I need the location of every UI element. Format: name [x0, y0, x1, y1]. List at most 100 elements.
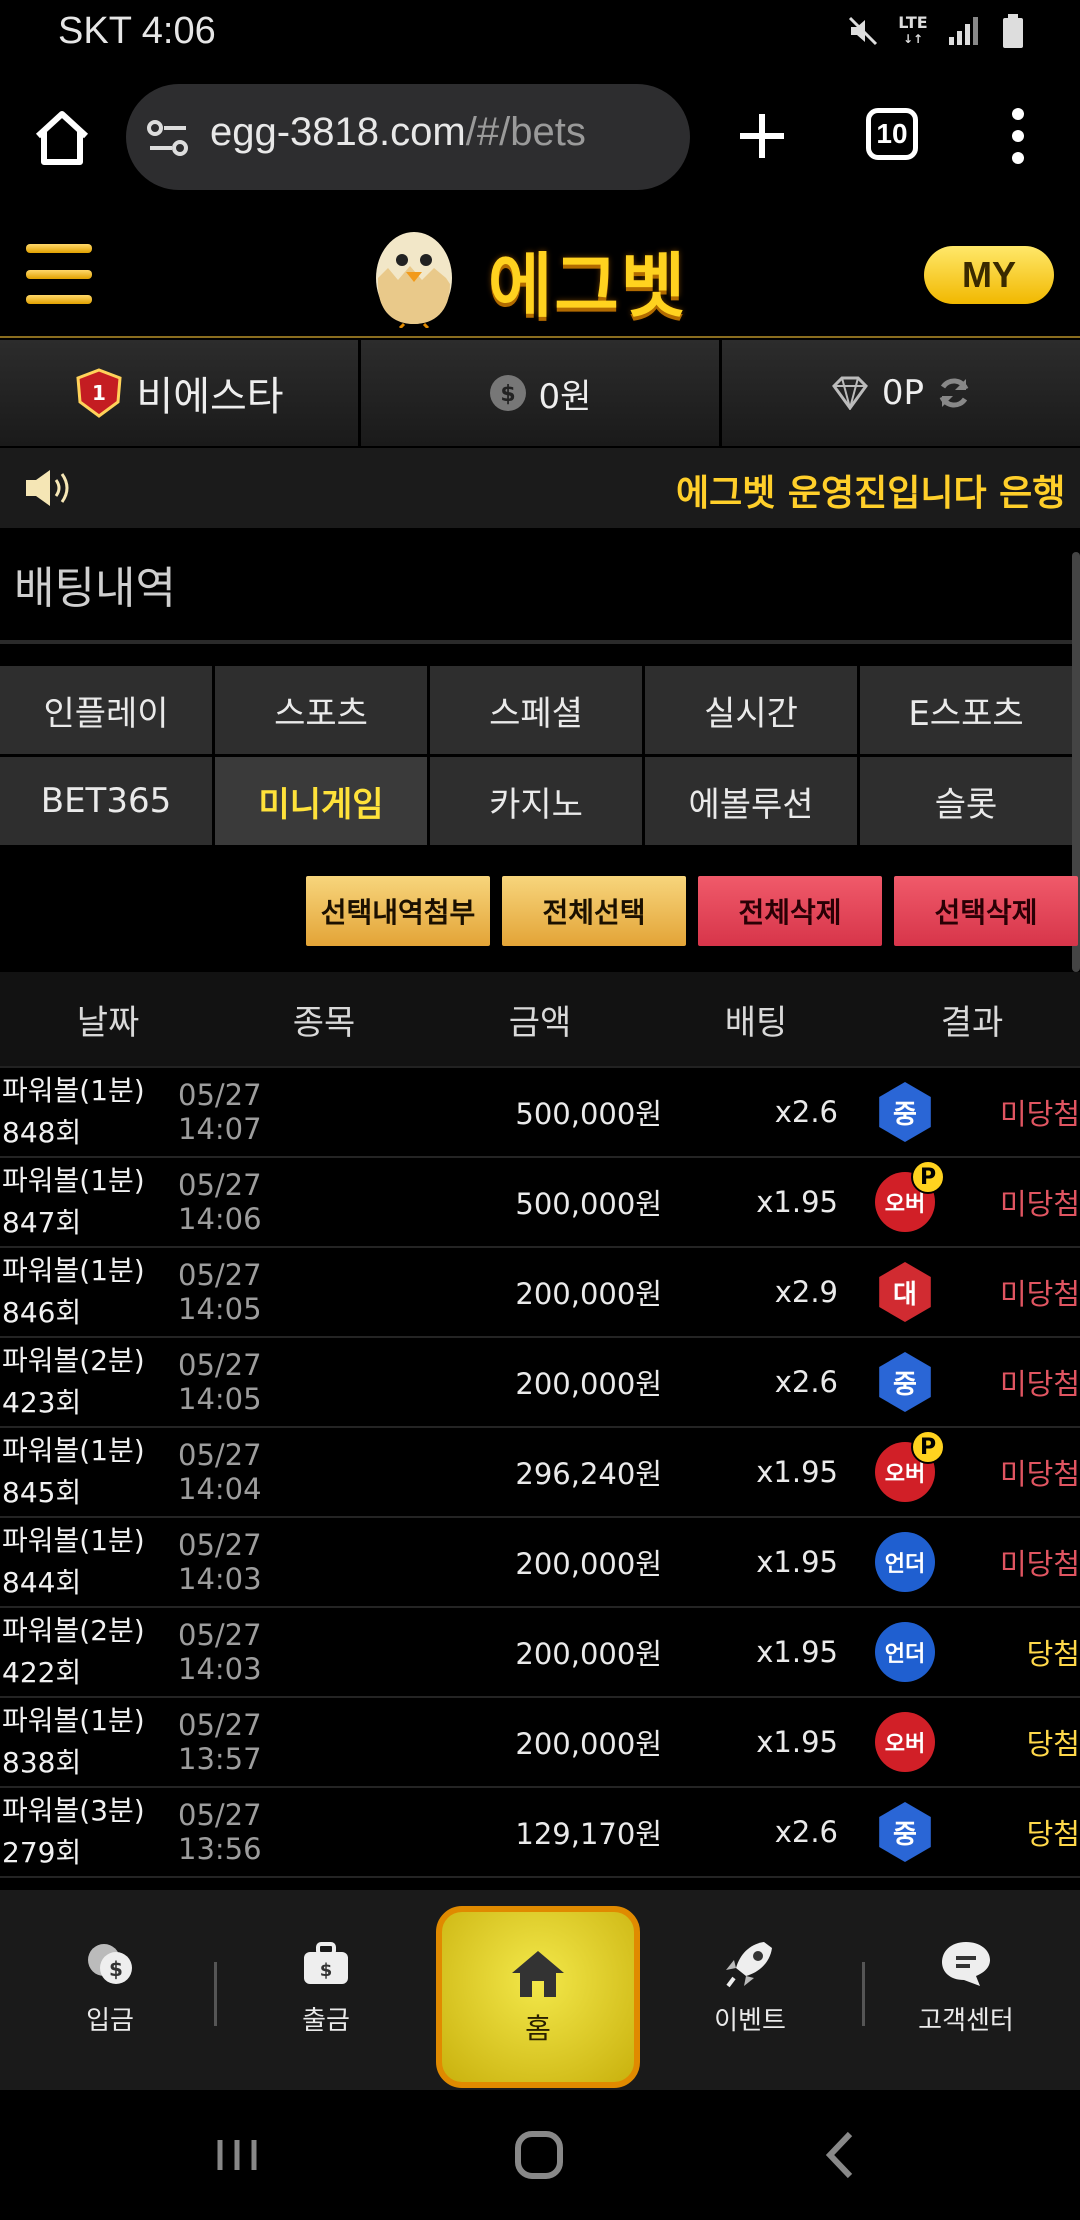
- tab-bet365[interactable]: BET365: [0, 757, 212, 845]
- nav-event-label: 이벤트: [714, 2006, 786, 2036]
- hamburger-menu-icon[interactable]: [26, 244, 92, 304]
- pick-badge: 중: [879, 1352, 931, 1412]
- tab-minigame[interactable]: 미니게임: [215, 757, 427, 845]
- table-row[interactable]: 파워볼(1분) 846회 05/27 14:05 200,000원 x2.9 대 미당첨: [0, 1248, 1080, 1338]
- nav-withdraw[interactable]: $ 출금: [256, 1938, 396, 2037]
- table-body: 파워볼(1분) 848회 05/27 14:07 500,000원 x2.6 중 미당첨 파워…: [0, 1068, 1080, 1878]
- table-row[interactable]: 파워볼(1분) 838회 05/27 13:57 200,000원 x1.95 오버 당첨: [0, 1698, 1080, 1788]
- pick-label: 언더: [884, 1642, 926, 1667]
- nav-deposit-label: 입금: [86, 2006, 134, 2036]
- page-title: 배팅내역: [14, 563, 176, 614]
- site-settings-icon[interactable]: [146, 118, 190, 158]
- table-header: 날짜 종목 금액 배팅 결과: [0, 972, 1080, 1068]
- table-row[interactable]: 파워볼(1분) 848회 05/27 14:07 500,000원 x2.6 중 미당첨: [0, 1068, 1080, 1158]
- row-pick: 대: [840, 1262, 970, 1322]
- back-icon[interactable]: [806, 2120, 876, 2190]
- rocket-icon: [726, 1942, 772, 1988]
- nav-deposit[interactable]: $ 입금: [40, 1938, 180, 2037]
- notice-text: 에그벳 운영진입니다 은행: [676, 473, 1066, 514]
- tab-switcher-button[interactable]: 10: [866, 108, 918, 160]
- android-nav-bar: [0, 2090, 1080, 2220]
- tab-live[interactable]: 실시간: [645, 666, 857, 754]
- row-game-name: 파워볼(2분): [2, 1614, 145, 1647]
- row-amount: 500,000원: [515, 1187, 662, 1221]
- egg-chick-logo-icon[interactable]: [372, 220, 456, 330]
- home-icon: [512, 1951, 564, 1997]
- row-amount: 200,000원: [515, 1277, 662, 1311]
- table-row[interactable]: 파워볼(2분) 422회 05/27 14:03 200,000원 x1.95 언더 당첨: [0, 1608, 1080, 1698]
- row-date: 05/27 13:57: [178, 1708, 262, 1776]
- chat-bubble-icon: [942, 1942, 990, 1986]
- pick-label: 중: [893, 1099, 917, 1130]
- table-row[interactable]: 파워볼(1분) 845회 05/27 14:04 296,240원 x1.95 오버 P 미당…: [0, 1428, 1080, 1518]
- select-all-button[interactable]: 전체선택: [502, 876, 686, 946]
- powerball-p-icon: P: [911, 1430, 945, 1464]
- row-pick: 중: [840, 1352, 970, 1412]
- row-game: 파워볼(1분) 848회: [0, 1070, 160, 1154]
- row-pick: 언더: [840, 1532, 970, 1592]
- row-pick: 중: [840, 1802, 970, 1862]
- user-name-cell[interactable]: 1 비에스타: [0, 340, 361, 446]
- tab-esports[interactable]: E스포츠: [860, 666, 1072, 754]
- row-round: 844회: [2, 1566, 82, 1599]
- category-tabs: 인플레이 스포츠 스페셜 실시간 E스포츠 BET365 미니게임 카지노 에볼…: [0, 666, 1072, 845]
- action-buttons: 선택내역첨부 전체선택 전체삭제 선택삭제: [306, 876, 1078, 946]
- tab-special[interactable]: 스페셜: [430, 666, 642, 754]
- url-text: egg-3818.com/#/bets: [210, 110, 586, 155]
- nav-support[interactable]: 고객센터: [896, 1938, 1036, 2037]
- tab-sports[interactable]: 스포츠: [215, 666, 427, 754]
- row-game: 파워볼(3분) 279회: [0, 1790, 160, 1874]
- row-date: 05/27 14:03: [178, 1618, 262, 1686]
- balance-value: 0원: [538, 376, 592, 417]
- refresh-icon[interactable]: [936, 375, 972, 411]
- row-round: 848회: [2, 1116, 82, 1149]
- pick-badge: 중: [879, 1082, 931, 1142]
- header-bet: 배팅: [724, 1002, 788, 1043]
- delete-selected-button[interactable]: 선택삭제: [894, 876, 1078, 946]
- tab-casino[interactable]: 카지노: [430, 757, 642, 845]
- tab-evolution[interactable]: 에볼루션: [645, 757, 857, 845]
- my-page-button[interactable]: MY: [924, 246, 1054, 304]
- row-date: 05/27 14:03: [178, 1528, 262, 1596]
- browser-menu-icon[interactable]: [1000, 104, 1036, 168]
- status-icons: LTE ↓↑: [846, 14, 1030, 48]
- table-row[interactable]: 파워볼(2분) 423회 05/27 14:05 200,000원 x2.6 중 미당첨: [0, 1338, 1080, 1428]
- points-cell[interactable]: 0P: [722, 340, 1080, 446]
- nav-home[interactable]: 홈: [436, 1906, 640, 2088]
- row-date: 05/27 14:04: [178, 1438, 262, 1506]
- tab-slot[interactable]: 슬롯: [860, 757, 1072, 845]
- new-tab-icon[interactable]: [734, 108, 790, 164]
- row-round: 422회: [2, 1656, 82, 1689]
- row-game-name: 파워볼(1분): [2, 1434, 145, 1467]
- table-row[interactable]: 파워볼(1분) 847회 05/27 14:06 500,000원 x1.95 오버 P 미당…: [0, 1158, 1080, 1248]
- balance-cell[interactable]: $ 0원: [361, 340, 722, 446]
- row-pick: 오버 P: [840, 1430, 970, 1502]
- level-number: 1: [92, 381, 106, 405]
- header-game: 종목: [292, 1002, 356, 1043]
- pick-badge: 대: [879, 1262, 931, 1322]
- browser-home-icon[interactable]: [30, 106, 94, 170]
- delete-all-button[interactable]: 전체삭제: [698, 876, 882, 946]
- row-round: 845회: [2, 1476, 82, 1509]
- briefcase-icon: $: [304, 1942, 348, 1984]
- address-bar[interactable]: egg-3818.com/#/bets: [126, 84, 690, 190]
- pick-label: 대: [893, 1279, 917, 1310]
- speaker-icon: [22, 466, 74, 510]
- row-result: 미당첨: [999, 1457, 1080, 1491]
- android-home-icon[interactable]: [504, 2120, 574, 2190]
- row-round: 847회: [2, 1206, 82, 1239]
- site-logo-text[interactable]: 에그벳: [488, 230, 687, 331]
- tab-inplay[interactable]: 인플레이: [0, 666, 212, 754]
- battery-icon: [996, 14, 1030, 48]
- table-row[interactable]: 파워볼(3분) 279회 05/27 13:56 129,170원 x2.6 중 당첨: [0, 1788, 1080, 1878]
- attach-selected-button[interactable]: 선택내역첨부: [306, 876, 490, 946]
- table-row[interactable]: 파워볼(1분) 844회 05/27 14:03 200,000원 x1.95 언더 미당첨: [0, 1518, 1080, 1608]
- notice-ticker: 에그벳 운영진입니다 은행: [0, 448, 1080, 528]
- row-result: 당첨: [1026, 1637, 1080, 1671]
- nav-event[interactable]: 이벤트: [680, 1938, 820, 2037]
- row-game: 파워볼(2분) 422회: [0, 1610, 160, 1694]
- row-amount: 129,170원: [515, 1817, 662, 1851]
- pick-badge: 오버: [875, 1712, 935, 1772]
- recent-apps-icon[interactable]: [202, 2120, 272, 2190]
- user-info-bar: 1 비에스타 $ 0원 0P: [0, 340, 1080, 446]
